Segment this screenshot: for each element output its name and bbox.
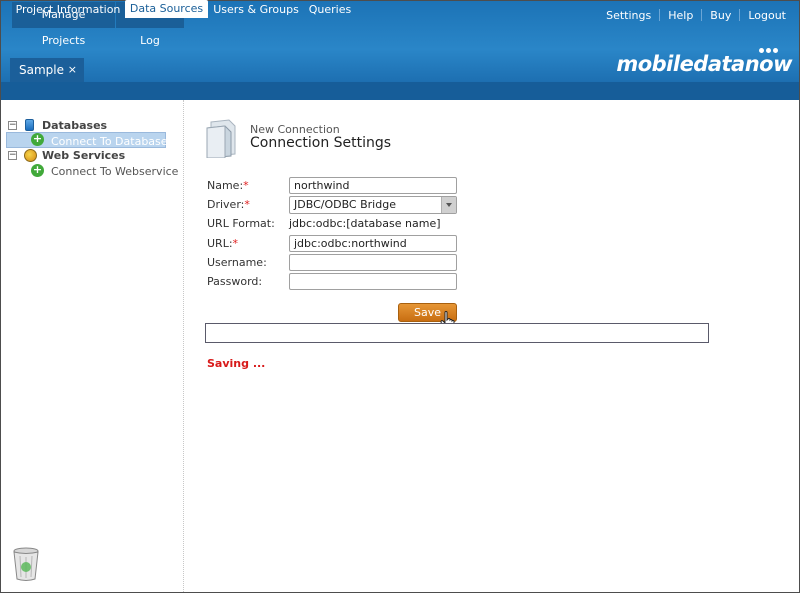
mobiledatanow-logo: mobiledatanow — [616, 48, 792, 76]
password-label: Password: — [207, 275, 263, 288]
url-field[interactable]: jdbc:odbc:northwind — [289, 235, 457, 252]
password-field[interactable] — [289, 273, 457, 290]
chevron-down-icon[interactable] — [441, 197, 456, 213]
folder-icon — [206, 119, 236, 158]
section-tab-bar — [0, 82, 800, 100]
logout-link[interactable]: Logout — [740, 9, 794, 22]
tree-item-databases[interactable]: Databases — [42, 119, 107, 132]
tree-item-connect-to-webservice[interactable]: Connect To Webservice — [51, 165, 178, 178]
add-icon: + — [31, 163, 44, 177]
tree-item-connect-to-database-label[interactable]: Connect To Database — [51, 135, 168, 148]
logo-text: mobiledatanow — [616, 52, 792, 76]
buy-link[interactable]: Buy — [702, 9, 739, 22]
saving-status: Saving ... — [207, 357, 266, 370]
driver-select[interactable]: JDBC/ODBC Bridge — [289, 196, 457, 214]
project-tab-sample[interactable]: Sample × — [10, 58, 84, 82]
driver-selected-value: JDBC/ODBC Bridge — [294, 198, 396, 211]
database-icon — [25, 119, 34, 131]
driver-label: Driver:* — [207, 198, 250, 211]
help-link[interactable]: Help — [660, 9, 701, 22]
logo-dots-icon — [759, 48, 778, 53]
url-format-label: URL Format: — [207, 217, 275, 230]
username-label: Username: — [207, 256, 267, 269]
save-progress-bar — [205, 323, 709, 343]
recycle-bin-icon[interactable] — [11, 546, 41, 582]
collapse-icon[interactable]: − — [8, 151, 17, 160]
name-label: Name:* — [207, 179, 249, 192]
name-field[interactable]: northwind — [289, 177, 457, 194]
url-format-value: jdbc:odbc:[database name] — [289, 217, 441, 230]
tab-users-groups[interactable]: Users & Groups — [211, 1, 301, 18]
page-title: Connection Settings — [250, 135, 392, 151]
collapse-icon[interactable]: − — [8, 121, 17, 130]
username-field[interactable] — [289, 254, 457, 271]
project-tab-label: Sample — [19, 63, 64, 77]
tab-data-sources[interactable]: Data Sources — [125, 0, 208, 18]
add-icon: + — [31, 132, 44, 146]
tab-queries[interactable]: Queries — [302, 1, 358, 18]
web-services-icon — [24, 149, 37, 162]
url-label: URL:* — [207, 237, 239, 250]
top-links: Settings Help Buy Logout — [598, 2, 794, 28]
tree-item-web-services[interactable]: Web Services — [42, 149, 125, 162]
main-panel — [185, 100, 799, 592]
close-icon[interactable]: × — [68, 58, 77, 82]
settings-link[interactable]: Settings — [598, 9, 659, 22]
tab-project-information[interactable]: Project Information — [12, 1, 124, 18]
